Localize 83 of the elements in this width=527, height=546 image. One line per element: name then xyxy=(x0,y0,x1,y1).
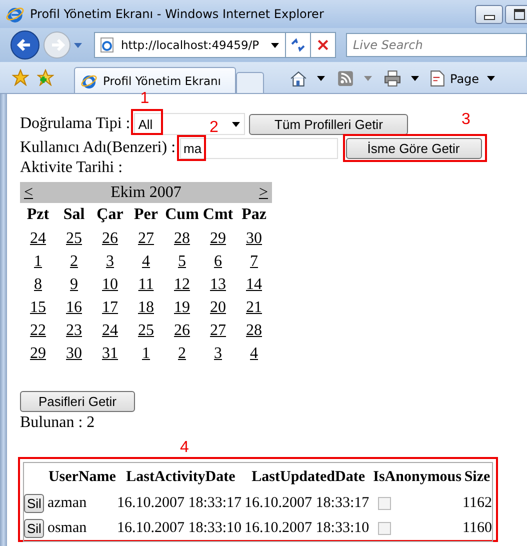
annotation-number: 2 xyxy=(210,120,218,136)
weekday-label: Paz xyxy=(242,206,266,223)
column-header: LastActivityDate xyxy=(126,468,236,484)
browser-tab[interactable]: Profil Yönetim Ekranı xyxy=(74,67,236,93)
table-cell: 16.10.2007 18:33:10 xyxy=(244,520,370,536)
table-cell: 16.10.2007 18:33:17 xyxy=(116,495,242,511)
field-label: Doğrulama Tipi : xyxy=(20,115,130,133)
day-link[interactable]: 22 xyxy=(30,322,46,338)
table-cell: 16.10.2007 18:33:17 xyxy=(244,495,370,511)
annotation-number: 4 xyxy=(180,440,189,456)
column-header: Size xyxy=(464,468,490,484)
field-label: Kullanıcı Adı(Benzeri) : xyxy=(20,139,176,157)
day-link[interactable]: 25 xyxy=(138,322,154,338)
delete-button[interactable]: Sil xyxy=(24,519,44,538)
day-link[interactable]: 1 xyxy=(142,344,150,362)
column-header: IsAnonymous xyxy=(373,468,462,484)
weekday-label: Çar xyxy=(96,206,124,223)
annotation-number: 1 xyxy=(140,91,150,107)
day-link[interactable]: 24 xyxy=(30,230,46,246)
delete-button[interactable]: Sil xyxy=(24,494,44,513)
day-link[interactable]: 2 xyxy=(178,344,186,362)
day-link[interactable]: 19 xyxy=(174,298,190,316)
day-link[interactable]: 3 xyxy=(214,344,222,362)
day-link[interactable]: 28 xyxy=(174,230,190,246)
day-link[interactable]: 23 xyxy=(66,322,82,338)
month-title: Ekim 2007 xyxy=(110,184,182,202)
day-link[interactable]: 10 xyxy=(102,276,118,292)
address-field[interactable]: http://localhost:49459/P xyxy=(94,32,286,58)
all-profiles-button[interactable]: Tüm Profilleri Getir xyxy=(249,114,408,134)
day-link[interactable]: 30 xyxy=(66,344,82,362)
day-link[interactable]: 15 xyxy=(30,298,46,316)
day-link[interactable]: 5 xyxy=(178,252,186,270)
day-link[interactable]: 13 xyxy=(210,276,226,292)
weekday-label: Cum xyxy=(165,206,199,223)
day-link[interactable]: 2 xyxy=(70,252,78,270)
day-link[interactable]: 31 xyxy=(102,344,118,362)
day-link[interactable]: 17 xyxy=(102,298,118,316)
username-field[interactable]: ma xyxy=(180,138,338,158)
table-cell: 16.10.2007 18:33:10 xyxy=(116,520,242,536)
day-link[interactable]: 6 xyxy=(214,252,222,270)
weekday-label: Cmt xyxy=(202,206,234,223)
result-count: Bulunan : 2 xyxy=(20,414,96,432)
column-header: LastUpdatedDate xyxy=(252,468,365,484)
next-month-link[interactable]: > xyxy=(258,184,268,202)
search-by-name-button[interactable]: İsme Göre Getir xyxy=(346,138,482,158)
window-title: Profil Yönetim Ekranı - Windows Internet Explorer xyxy=(30,7,325,21)
search-field[interactable]: Live Search xyxy=(346,33,527,57)
day-link[interactable]: 29 xyxy=(210,230,226,246)
day-link[interactable]: 16 xyxy=(66,298,82,316)
day-link[interactable]: 7 xyxy=(250,252,258,270)
day-link[interactable]: 29 xyxy=(30,344,46,362)
field-label: Aktivite Tarihi : xyxy=(20,160,124,176)
day-link[interactable]: 9 xyxy=(70,276,78,292)
weekday-label: Pzt xyxy=(26,206,50,223)
day-link[interactable]: 26 xyxy=(174,322,190,338)
day-link[interactable]: 30 xyxy=(246,230,262,246)
day-link[interactable]: 8 xyxy=(34,276,42,292)
day-link[interactable]: 14 xyxy=(246,276,262,292)
day-link[interactable]: 20 xyxy=(210,298,226,316)
day-link[interactable]: 21 xyxy=(246,298,262,316)
day-link[interactable]: 28 xyxy=(246,322,262,338)
day-link[interactable]: 4 xyxy=(250,344,258,362)
weekday-label: Sal xyxy=(63,206,85,223)
day-link[interactable]: 11 xyxy=(138,276,154,292)
table-cell: azman xyxy=(47,495,87,511)
table-cell: 1162 xyxy=(462,495,492,511)
annotation-number: 3 xyxy=(462,112,470,128)
day-link[interactable]: 27 xyxy=(138,230,154,246)
table-cell: 1160 xyxy=(462,520,492,536)
weekday-label: Per xyxy=(134,206,158,223)
column-header: UserName xyxy=(48,468,116,484)
previous-month-link[interactable]: < xyxy=(24,184,34,202)
day-link[interactable]: 1 xyxy=(34,252,42,270)
day-link[interactable]: 27 xyxy=(210,322,226,338)
day-link[interactable]: 12 xyxy=(174,276,190,292)
day-link[interactable]: 25 xyxy=(66,230,82,246)
day-link[interactable]: 24 xyxy=(102,322,118,338)
day-link[interactable]: 4 xyxy=(142,252,150,270)
day-link[interactable]: 3 xyxy=(106,252,114,270)
table-cell: osman xyxy=(47,520,87,536)
page-menu[interactable]: Page xyxy=(421,70,496,87)
day-link[interactable]: 18 xyxy=(138,298,154,316)
day-link[interactable]: 26 xyxy=(102,230,118,246)
